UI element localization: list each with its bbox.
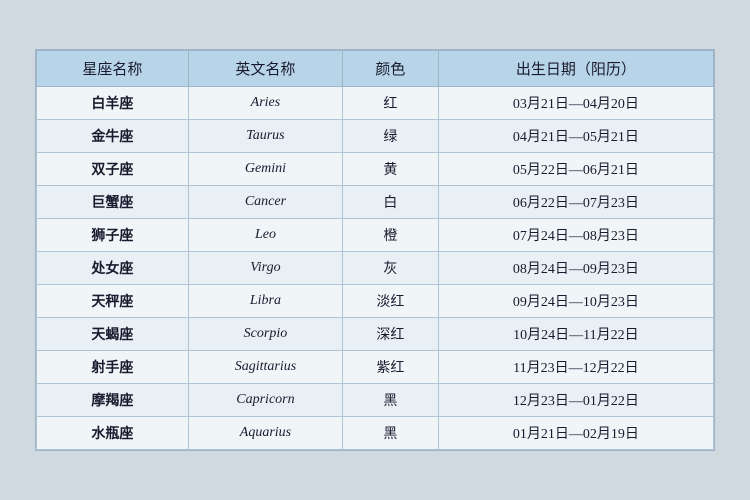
cell-color: 绿: [343, 120, 439, 153]
cell-english-name: Leo: [188, 219, 342, 252]
cell-color: 白: [343, 186, 439, 219]
cell-color: 深红: [343, 318, 439, 351]
table-row: 金牛座Taurus绿04月21日—05月21日: [37, 120, 714, 153]
cell-chinese-name: 处女座: [37, 252, 189, 285]
zodiac-table: 星座名称 英文名称 颜色 出生日期（阳历） 白羊座Aries红03月21日—04…: [36, 50, 714, 450]
table-row: 处女座Virgo灰08月24日—09月23日: [37, 252, 714, 285]
cell-english-name: Sagittarius: [188, 351, 342, 384]
table-row: 狮子座Leo橙07月24日—08月23日: [37, 219, 714, 252]
cell-dates: 11月23日—12月22日: [438, 351, 713, 384]
cell-english-name: Cancer: [188, 186, 342, 219]
table-row: 天蝎座Scorpio深红10月24日—11月22日: [37, 318, 714, 351]
cell-dates: 12月23日—01月22日: [438, 384, 713, 417]
header-chinese-name: 星座名称: [37, 51, 189, 87]
cell-english-name: Virgo: [188, 252, 342, 285]
cell-english-name: Taurus: [188, 120, 342, 153]
cell-english-name: Scorpio: [188, 318, 342, 351]
cell-english-name: Libra: [188, 285, 342, 318]
cell-dates: 07月24日—08月23日: [438, 219, 713, 252]
cell-chinese-name: 白羊座: [37, 87, 189, 120]
header-english-name: 英文名称: [188, 51, 342, 87]
cell-color: 紫红: [343, 351, 439, 384]
header-color: 颜色: [343, 51, 439, 87]
cell-dates: 05月22日—06月21日: [438, 153, 713, 186]
table-row: 水瓶座Aquarius黑01月21日—02月19日: [37, 417, 714, 450]
cell-color: 淡红: [343, 285, 439, 318]
cell-dates: 08月24日—09月23日: [438, 252, 713, 285]
cell-color: 黑: [343, 417, 439, 450]
cell-english-name: Aries: [188, 87, 342, 120]
table-row: 双子座Gemini黄05月22日—06月21日: [37, 153, 714, 186]
cell-english-name: Aquarius: [188, 417, 342, 450]
zodiac-table-container: 星座名称 英文名称 颜色 出生日期（阳历） 白羊座Aries红03月21日—04…: [35, 49, 715, 451]
cell-dates: 09月24日—10月23日: [438, 285, 713, 318]
cell-chinese-name: 巨蟹座: [37, 186, 189, 219]
table-header-row: 星座名称 英文名称 颜色 出生日期（阳历）: [37, 51, 714, 87]
cell-color: 橙: [343, 219, 439, 252]
cell-color: 黑: [343, 384, 439, 417]
cell-chinese-name: 狮子座: [37, 219, 189, 252]
header-dates: 出生日期（阳历）: [438, 51, 713, 87]
cell-chinese-name: 摩羯座: [37, 384, 189, 417]
table-row: 白羊座Aries红03月21日—04月20日: [37, 87, 714, 120]
cell-chinese-name: 射手座: [37, 351, 189, 384]
cell-chinese-name: 双子座: [37, 153, 189, 186]
table-body: 白羊座Aries红03月21日—04月20日金牛座Taurus绿04月21日—0…: [37, 87, 714, 450]
cell-dates: 01月21日—02月19日: [438, 417, 713, 450]
cell-color: 黄: [343, 153, 439, 186]
cell-chinese-name: 金牛座: [37, 120, 189, 153]
cell-chinese-name: 水瓶座: [37, 417, 189, 450]
table-row: 天秤座Libra淡红09月24日—10月23日: [37, 285, 714, 318]
cell-dates: 10月24日—11月22日: [438, 318, 713, 351]
cell-english-name: Gemini: [188, 153, 342, 186]
cell-dates: 06月22日—07月23日: [438, 186, 713, 219]
cell-chinese-name: 天蝎座: [37, 318, 189, 351]
table-row: 摩羯座Capricorn黑12月23日—01月22日: [37, 384, 714, 417]
cell-color: 红: [343, 87, 439, 120]
table-row: 巨蟹座Cancer白06月22日—07月23日: [37, 186, 714, 219]
cell-color: 灰: [343, 252, 439, 285]
cell-dates: 04月21日—05月21日: [438, 120, 713, 153]
table-row: 射手座Sagittarius紫红11月23日—12月22日: [37, 351, 714, 384]
cell-english-name: Capricorn: [188, 384, 342, 417]
cell-chinese-name: 天秤座: [37, 285, 189, 318]
cell-dates: 03月21日—04月20日: [438, 87, 713, 120]
